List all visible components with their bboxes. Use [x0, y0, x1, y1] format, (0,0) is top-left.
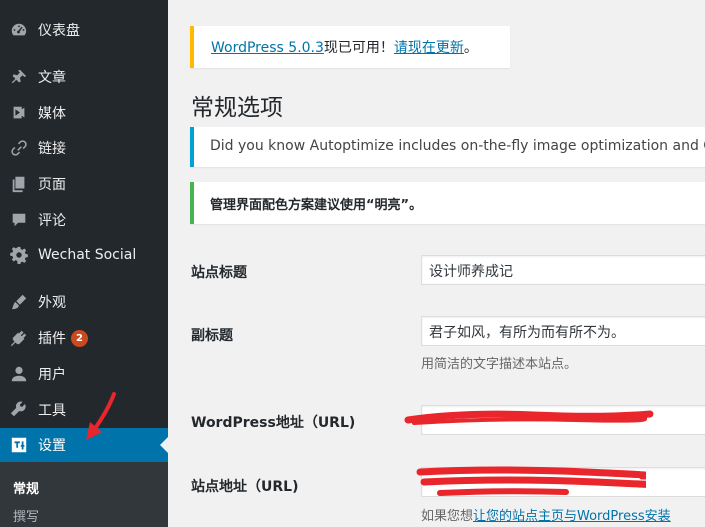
update-now-link[interactable]: 请现在更新 [394, 40, 464, 56]
menu-label: 页面 [38, 177, 66, 193]
dashboard-icon [9, 20, 29, 40]
page-title: 常规选项 [191, 95, 283, 121]
menu-label: 用户 [38, 367, 66, 383]
wordpress-version-link[interactable]: WordPress 5.0.3 [211, 40, 324, 56]
menu-item-media[interactable]: 媒体 [0, 96, 168, 130]
menu-item-comments[interactable]: 评论 [0, 203, 168, 237]
menu-label: 插件 [38, 331, 66, 347]
menu-label: 媒体 [38, 106, 66, 122]
annotation-arrow [86, 392, 116, 440]
site-address-desc-prefix: 如果您想 [421, 509, 474, 524]
submenu-item-writing[interactable]: 撰写 [13, 506, 39, 525]
link-icon [9, 138, 29, 158]
plugins-icon [9, 328, 29, 348]
settings-icon [9, 435, 29, 455]
redaction-scribble [416, 466, 646, 496]
wordpress-address-label: WordPress地址（URL) [191, 415, 356, 431]
menu-label: 设置 [38, 438, 66, 454]
menu-item-dashboard[interactable]: 仪表盘 [0, 13, 168, 47]
submenu-item-general[interactable]: 常规 [13, 478, 39, 497]
menu-item-links[interactable]: 链接 [0, 131, 168, 165]
update-notice: WordPress 5.0.3现已可用！请现在更新。 [190, 26, 510, 68]
site-title-input[interactable]: 设计师养成记 [421, 255, 705, 285]
media-icon [9, 103, 29, 123]
pushpin-icon [9, 67, 29, 87]
menu-item-plugins[interactable]: 插件 2 [0, 321, 168, 355]
site-address-description: 如果您想让您的站点主页与WordPress安装 [421, 505, 671, 524]
tagline-description: 用简洁的文字描述本站点。 [421, 357, 578, 372]
color-scheme-notice: 管理界面配色方案建议使用“明亮”。 [190, 182, 705, 224]
update-notice-text: 现已可用！ [323, 40, 394, 56]
menu-label: 外观 [38, 295, 66, 311]
menu-label: 评论 [38, 213, 66, 229]
autoptimize-info-notice: Did you know Autoptimize includes on-the… [190, 127, 705, 167]
menu-item-wechat-social[interactable]: Wechat Social [0, 238, 168, 272]
menu-label: 文章 [38, 70, 66, 86]
menu-item-pages[interactable]: 页面 [0, 167, 168, 201]
tools-wrench-icon [9, 400, 29, 420]
settings-submenu: 常规 撰写 [0, 462, 168, 527]
update-notice-end: 。 [463, 40, 478, 56]
admin-sidebar: 仪表盘 文章 媒体 链接 页面 评论 Wechat Social 外观 插件 2… [0, 0, 168, 527]
menu-label: 仪表盘 [38, 23, 80, 39]
menu-item-posts[interactable]: 文章 [0, 60, 168, 94]
redaction-scribble [404, 410, 654, 425]
site-title-label: 站点标题 [191, 265, 247, 281]
update-count-badge: 2 [71, 329, 88, 347]
tagline-label: 副标题 [191, 328, 233, 344]
site-address-help-link[interactable]: 让您的站点主页与WordPress安装 [473, 509, 671, 524]
menu-item-appearance[interactable]: 外观 [0, 285, 168, 319]
site-address-label: 站点地址（URL) [191, 479, 299, 495]
users-icon [9, 364, 29, 384]
menu-item-users[interactable]: 用户 [0, 357, 168, 391]
menu-label: 链接 [38, 141, 66, 157]
appearance-brush-icon [9, 292, 29, 312]
tagline-input[interactable]: 君子如风，有所为而有所不为。 [421, 316, 705, 346]
menu-label: Wechat Social [38, 247, 137, 263]
pages-icon [9, 174, 29, 194]
menu-label: 工具 [38, 403, 66, 419]
comment-icon [9, 210, 29, 230]
gear-icon [9, 245, 29, 265]
